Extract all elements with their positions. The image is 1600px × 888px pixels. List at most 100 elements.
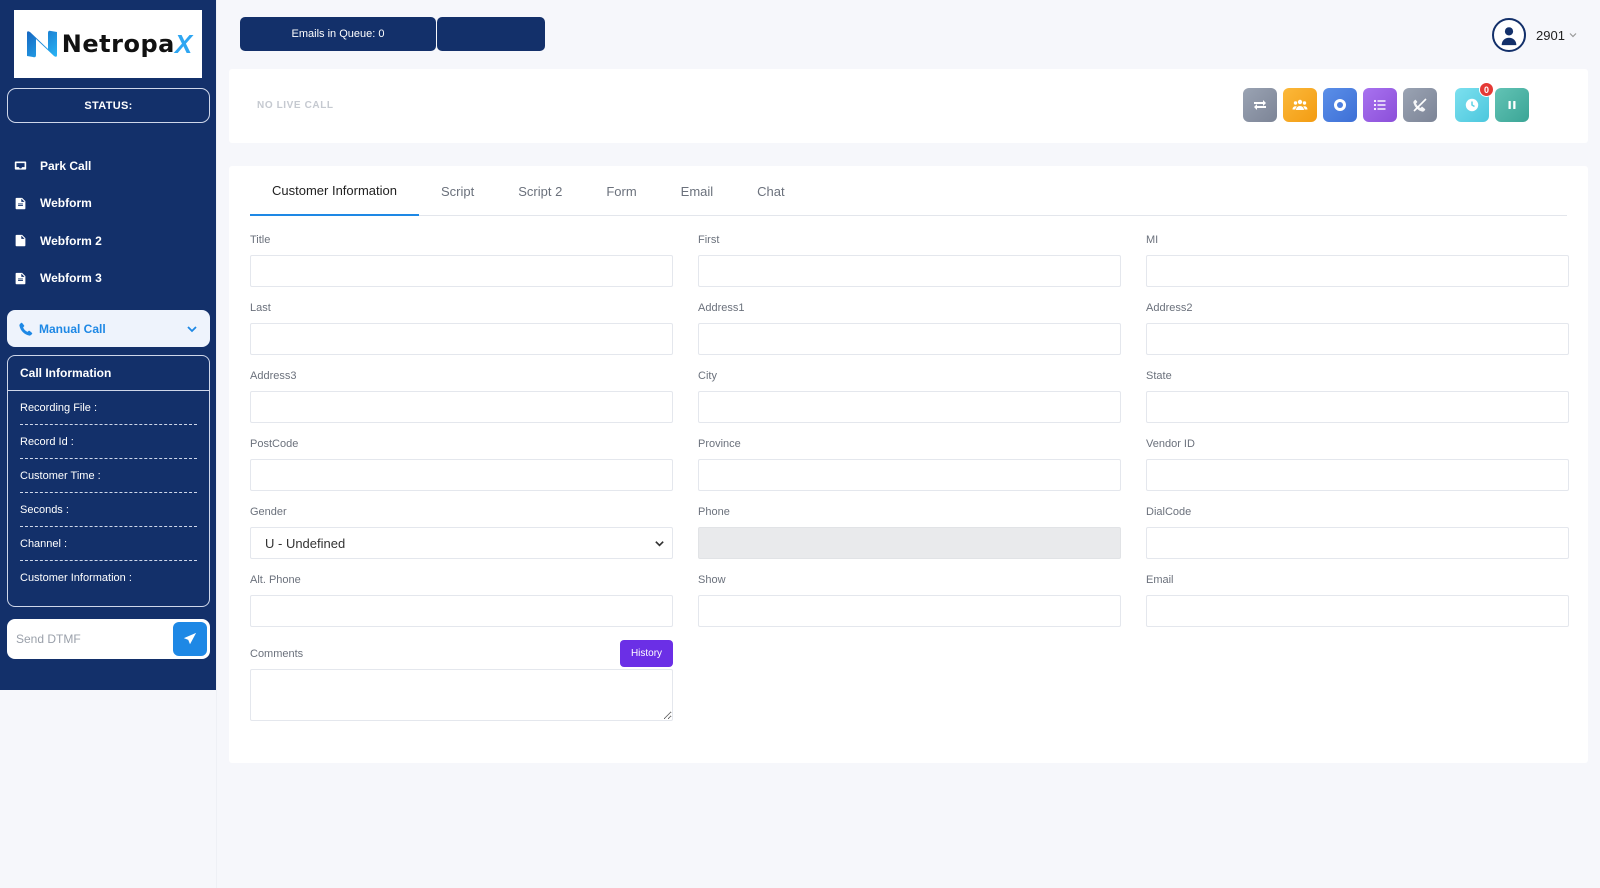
record-icon — [1334, 99, 1346, 111]
phone-input — [698, 527, 1121, 559]
document-icon — [15, 235, 26, 247]
mi-label: MI — [1146, 234, 1159, 246]
postcode-field-group: PostCode — [250, 438, 673, 491]
state-label: State — [1146, 370, 1172, 382]
tab-bar: Customer Information Script Script 2 For… — [250, 166, 1567, 216]
province-label: Province — [698, 438, 741, 450]
city-field-group: City — [698, 370, 1121, 423]
city-label: City — [698, 370, 717, 382]
dtmf-input[interactable] — [7, 619, 173, 659]
sidebar-item-webform-2[interactable]: Webform 2 — [14, 222, 204, 260]
show-label: Show — [698, 574, 726, 586]
last-label: Last — [250, 302, 271, 314]
list-button[interactable] — [1363, 88, 1397, 122]
emails-queue-button[interactable]: Emails in Queue: 0 — [240, 17, 436, 51]
call-info-channel: Channel : — [20, 527, 197, 561]
logo-x: X — [174, 28, 193, 59]
chevron-down-icon — [187, 325, 197, 332]
postcode-label: PostCode — [250, 438, 299, 450]
province-field-group: Province — [698, 438, 1121, 491]
title-input[interactable] — [250, 255, 673, 287]
list-icon — [1373, 99, 1386, 111]
address1-input[interactable] — [698, 323, 1121, 355]
tab-script[interactable]: Script — [419, 166, 496, 216]
gender-select-wrap: U - Undefined — [250, 527, 673, 559]
gender-select[interactable]: U - Undefined — [250, 527, 673, 559]
tab-form[interactable]: Form — [584, 166, 658, 216]
mi-input[interactable] — [1146, 255, 1569, 287]
sidebar-item-label: Park Call — [40, 158, 92, 173]
email-input[interactable] — [1146, 595, 1569, 627]
user-name: 2901 — [1536, 27, 1565, 43]
state-field-group: State — [1146, 370, 1569, 423]
manual-call-dropdown[interactable]: Manual Call — [7, 310, 210, 347]
hangup-button[interactable] — [1403, 88, 1437, 122]
group-icon — [1292, 99, 1308, 110]
conference-button[interactable] — [1283, 88, 1317, 122]
sidebar-item-webform[interactable]: Webform — [14, 185, 204, 223]
live-call-status: NO LIVE CALL — [257, 100, 334, 111]
vendor-id-label: Vendor ID — [1146, 438, 1195, 450]
call-information-panel: Call Information Recording File : Record… — [7, 355, 210, 607]
comments-textarea[interactable] — [250, 669, 673, 721]
status-box[interactable]: STATUS: — [7, 88, 210, 123]
sidebar-item-label: Webform 3 — [40, 271, 102, 286]
dialcode-input[interactable] — [1146, 527, 1569, 559]
phone-icon — [19, 322, 33, 336]
history-button[interactable]: History — [620, 640, 673, 667]
user-icon — [1501, 27, 1517, 46]
dialcode-label: DialCode — [1146, 506, 1192, 518]
clock-icon — [1465, 98, 1479, 112]
sidebar: Netropa X STATUS: Park Call Webform Webfo… — [0, 0, 216, 690]
sidebar-item-webform-3[interactable]: Webform 3 — [14, 260, 204, 298]
postcode-input[interactable] — [250, 459, 673, 491]
first-input[interactable] — [698, 255, 1121, 287]
tab-email[interactable]: Email — [659, 166, 736, 216]
last-input[interactable] — [250, 323, 673, 355]
user-menu[interactable]: 2901 — [1492, 18, 1578, 52]
gender-field-group: Gender U - Undefined — [250, 506, 673, 559]
tab-script-2[interactable]: Script 2 — [496, 166, 584, 216]
title-label: Title — [250, 234, 271, 246]
alt-phone-label: Alt. Phone — [250, 574, 301, 586]
park-call-icon — [14, 161, 27, 170]
alt-phone-input[interactable] — [250, 595, 673, 627]
send-icon — [183, 632, 197, 645]
show-input[interactable] — [698, 595, 1121, 627]
province-input[interactable] — [698, 459, 1121, 491]
alt-phone-field-group: Alt. Phone — [250, 574, 673, 627]
record-button[interactable] — [1323, 88, 1357, 122]
queue-secondary-button[interactable] — [437, 17, 545, 51]
first-field-group: First — [698, 234, 1121, 287]
address3-input[interactable] — [250, 391, 673, 423]
address3-field-group: Address3 — [250, 370, 673, 423]
transfer-button[interactable] — [1243, 88, 1277, 122]
state-input[interactable] — [1146, 391, 1569, 423]
call-info-seconds: Seconds : — [20, 493, 197, 527]
mi-field-group: MI — [1146, 234, 1569, 287]
email-label: Email — [1146, 574, 1174, 586]
dtmf-send-button[interactable] — [173, 622, 207, 656]
sidebar-item-label: Webform — [40, 196, 92, 211]
emails-queue-label: Emails in Queue: 0 — [291, 28, 385, 40]
tab-chat[interactable]: Chat — [735, 166, 806, 216]
address2-input[interactable] — [1146, 323, 1569, 355]
manual-call-label: Manual Call — [39, 321, 106, 336]
call-info-customer-information: Customer Information : — [20, 572, 132, 584]
vendor-id-input[interactable] — [1146, 459, 1569, 491]
address1-label: Address1 — [698, 302, 745, 314]
address3-label: Address3 — [250, 370, 297, 382]
call-info-record-id: Record Id : — [20, 425, 197, 459]
hangup-icon — [1413, 98, 1427, 112]
callback-button[interactable]: 0 — [1455, 82, 1494, 122]
address2-label: Address2 — [1146, 302, 1193, 314]
document-icon — [15, 272, 26, 284]
sidebar-item-park-call[interactable]: Park Call — [14, 147, 204, 185]
live-call-card: NO LIVE CALL 0 — [229, 69, 1588, 143]
city-input[interactable] — [698, 391, 1121, 423]
comments-field-group: Comments History — [250, 640, 673, 724]
call-information-title: Call Information — [8, 356, 209, 391]
tab-customer-information[interactable]: Customer Information — [250, 166, 419, 216]
pause-button[interactable] — [1495, 88, 1529, 122]
title-field-group: Title — [250, 234, 673, 287]
